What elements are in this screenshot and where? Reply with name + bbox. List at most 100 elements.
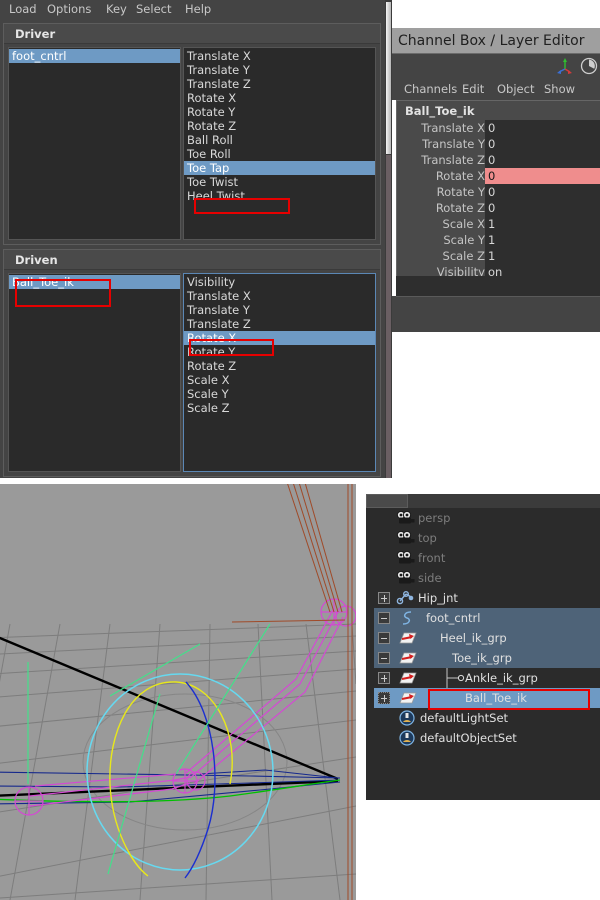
driven-attr-translate-x[interactable]: Translate X [184, 289, 375, 303]
channel-label-scale-y: Scale Y [443, 233, 485, 247]
driven-attr-translate-y[interactable]: Translate Y [184, 303, 375, 317]
channel-value-scale-y[interactable]: 1 [485, 232, 600, 248]
channel-value-translate-y[interactable]: 0 [485, 136, 600, 152]
outliner-row-default-light-set[interactable]: defaultLightSet [374, 708, 600, 728]
channel-box-menu-bar: Channels Edit Object Show [392, 78, 600, 100]
axis-manipulator-icon[interactable] [556, 57, 574, 75]
outliner-label-heel-ik-grp: Heel_ik_grp [440, 631, 507, 645]
outliner-row-hip-jnt[interactable]: Hip_jnt [374, 588, 600, 608]
menu-load[interactable]: Load [4, 1, 42, 18]
joint-icon [396, 590, 416, 606]
channel-row-rotate-y[interactable]: Rotate Y 0 [397, 184, 600, 200]
ikhandle-icon [396, 650, 417, 666]
driven-attribute-list[interactable]: Visibility Translate X Translate Y Trans… [183, 273, 376, 472]
cbox-menu-edit[interactable]: Edit [458, 80, 488, 98]
channel-label-translate-y: Translate Y [422, 137, 485, 151]
driver-attr-translate-x[interactable]: Translate X [184, 49, 375, 63]
outliner-row-side[interactable]: side [374, 568, 600, 588]
outliner-label-toe-ik-grp: Toe_ik_grp [452, 651, 512, 665]
driven-attr-scale-y[interactable]: Scale Y [184, 387, 375, 401]
channel-row-scale-z[interactable]: Scale Z 1 [397, 248, 600, 264]
driver-attribute-list[interactable]: Translate X Translate Y Translate Z Rota… [183, 47, 376, 240]
driver-attr-translate-z[interactable]: Translate Z [184, 77, 375, 91]
driven-section: Driven Ball_Toe_ik Visibility Translate … [3, 249, 381, 477]
driven-attr-rotate-z[interactable]: Rotate Z [184, 359, 375, 373]
channel-label-scale-z: Scale Z [442, 249, 485, 263]
curve-icon [398, 610, 418, 626]
outliner-row-default-object-set[interactable]: defaultObjectSet [374, 728, 600, 748]
driven-attr-translate-z[interactable]: Translate Z [184, 317, 375, 331]
layer-editor-area [392, 296, 600, 332]
camera-icon [396, 530, 416, 546]
channel-label-rotate-x: Rotate X [435, 169, 485, 183]
driver-attr-toe-tap[interactable]: Toe Tap [184, 161, 375, 175]
channel-row-scale-y[interactable]: Scale Y 1 [397, 232, 600, 248]
channel-value-translate-z[interactable]: 0 [485, 152, 600, 168]
driven-object-item[interactable]: Ball_Toe_ik [9, 275, 180, 289]
driven-attr-scale-z[interactable]: Scale Z [184, 401, 375, 415]
channel-box-footer [396, 276, 600, 296]
outliner-row-foot-cntrl[interactable]: foot_cntrl [374, 608, 600, 628]
channel-row-translate-x[interactable]: Translate X 0 [397, 120, 600, 136]
channel-row-translate-z[interactable]: Translate Z 0 [397, 152, 600, 168]
clock-icon[interactable] [580, 57, 598, 75]
outliner-row-top[interactable]: top [374, 528, 600, 548]
ikhandle-icon [396, 690, 417, 706]
expand-toggle-ankle-ik-grp[interactable] [378, 672, 390, 684]
driven-attr-rotate-x[interactable]: Rotate X [184, 331, 375, 345]
driven-attr-scale-x[interactable]: Scale X [184, 373, 375, 387]
channel-value-rotate-z[interactable]: 0 [485, 200, 600, 216]
outliner-panel[interactable]: persp top front side Hip_jnt foot_cntrl … [366, 494, 600, 800]
outliner-label-front: front [418, 551, 446, 565]
driver-attr-rotate-z[interactable]: Rotate Z [184, 119, 375, 133]
driver-attr-ball-roll[interactable]: Ball Roll [184, 133, 375, 147]
outliner-row-heel-ik-grp[interactable]: Heel_ik_grp [374, 628, 600, 648]
outliner-toolbar-button[interactable] [366, 494, 408, 508]
sdk-scrollbar-thumb[interactable] [386, 2, 391, 154]
driven-attr-visibility[interactable]: Visibility [184, 275, 375, 289]
channel-label-translate-z: Translate Z [421, 153, 485, 167]
expand-toggle-heel-ik-grp[interactable] [378, 632, 390, 644]
channel-row-rotate-x[interactable]: Rotate X 0 [397, 168, 600, 184]
channel-value-translate-x[interactable]: 0 [485, 120, 600, 136]
driver-section-title: Driver [4, 24, 380, 44]
channel-value-scale-x[interactable]: 1 [485, 216, 600, 232]
cbox-menu-channels[interactable]: Channels [400, 80, 461, 98]
perspective-viewport[interactable] [0, 484, 356, 900]
menu-select[interactable]: Select [131, 1, 176, 18]
outliner-row-ankle-ik-grp[interactable]: Ankle_ik_grp [374, 668, 600, 688]
outliner-row-persp[interactable]: persp [374, 508, 600, 528]
cbox-menu-show[interactable]: Show [540, 80, 579, 98]
channel-value-rotate-y[interactable]: 0 [485, 184, 600, 200]
channel-row-scale-x[interactable]: Scale X 1 [397, 216, 600, 232]
sdk-scrollbar-track[interactable] [386, 155, 391, 478]
driver-attr-translate-y[interactable]: Translate Y [184, 63, 375, 77]
expand-toggle-ball-toe-ik[interactable] [378, 692, 390, 704]
expand-toggle-hip-jnt[interactable] [378, 592, 390, 604]
driver-attr-rotate-x[interactable]: Rotate X [184, 91, 375, 105]
channel-value-scale-z[interactable]: 1 [485, 248, 600, 264]
outliner-row-front[interactable]: front [374, 548, 600, 568]
outliner-item-list[interactable]: persp top front side Hip_jnt foot_cntrl … [374, 508, 600, 800]
outliner-row-toe-ik-grp[interactable]: Toe_ik_grp [374, 648, 600, 668]
cbox-menu-object[interactable]: Object [493, 80, 538, 98]
driver-object-list[interactable]: foot_cntrl [8, 47, 181, 240]
driver-attr-rotate-y[interactable]: Rotate Y [184, 105, 375, 119]
expand-toggle-toe-ik-grp[interactable] [378, 652, 390, 664]
menu-key[interactable]: Key [101, 1, 132, 18]
expand-toggle-foot-cntrl[interactable] [378, 612, 390, 624]
driver-attr-toe-twist[interactable]: Toe Twist [184, 175, 375, 189]
ikhandle-icon [396, 630, 417, 646]
driven-object-list[interactable]: Ball_Toe_ik [8, 273, 181, 472]
channel-row-rotate-z[interactable]: Rotate Z 0 [397, 200, 600, 216]
menu-help[interactable]: Help [180, 1, 216, 18]
sdk-vertical-scrollbar[interactable] [385, 0, 392, 478]
outliner-row-ball-toe-ik[interactable]: Ball_Toe_ik [374, 688, 600, 708]
menu-options[interactable]: Options [42, 1, 96, 18]
driver-attr-toe-roll[interactable]: Toe Roll [184, 147, 375, 161]
channel-row-translate-y[interactable]: Translate Y 0 [397, 136, 600, 152]
driver-attr-heel-twist[interactable]: Heel Twist [184, 189, 375, 203]
driven-attr-rotate-y[interactable]: Rotate Y [184, 345, 375, 359]
channel-value-rotate-x[interactable]: 0 [485, 168, 600, 184]
driver-object-item[interactable]: foot_cntrl [9, 49, 180, 63]
